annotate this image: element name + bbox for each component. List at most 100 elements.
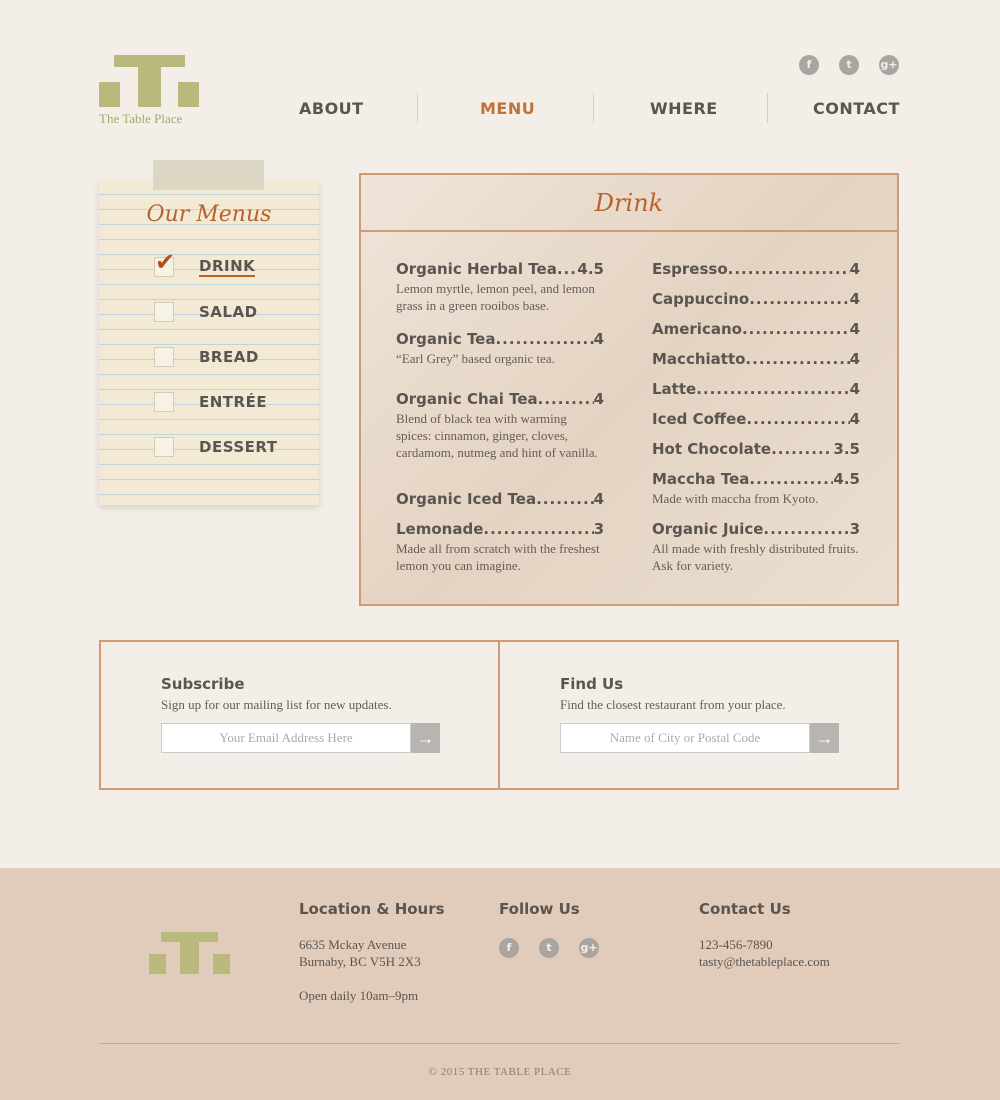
facebook-icon[interactable]: f	[799, 55, 819, 75]
phone: 123-456-7890	[699, 937, 773, 952]
email-input[interactable]	[161, 723, 411, 753]
menu-item: Maccha Tea 4.5 Made with maccha from Kyoto…	[652, 470, 860, 507]
dot-leader	[728, 260, 850, 278]
facebook-icon[interactable]: f	[499, 938, 519, 958]
find-submit-button[interactable]: →	[810, 723, 839, 753]
item-name: Cappuccino	[652, 290, 750, 308]
google-plus-icon[interactable]: g+	[879, 55, 899, 75]
dot-leader	[746, 410, 849, 428]
menu-item: Organic Juice 3 All made with freshly dist…	[652, 520, 860, 574]
checkbox[interactable]	[154, 302, 174, 322]
dot-leader	[557, 260, 578, 278]
logo[interactable]: The Table Place	[99, 55, 199, 126]
menu-title: Drink	[361, 175, 897, 232]
google-plus-icon[interactable]: g+	[579, 938, 599, 958]
sidebar-item-label: BREAD	[199, 348, 259, 366]
forms-section: Subscribe Sign up for our mailing list f…	[99, 640, 899, 790]
footer: Location & Hours 6635 Mckay Avenue Burna…	[0, 868, 1000, 1100]
menus-sidebar: Our Menus ✔ DRINK SALAD BREAD ENTRÉE DESS…	[99, 180, 319, 505]
address-line: Burnaby, BC V5H 2X3	[299, 954, 421, 969]
item-price: 4	[849, 260, 860, 278]
location-input[interactable]	[560, 723, 810, 753]
nav-about[interactable]: ABOUT	[299, 99, 364, 118]
sidebar-item-dessert[interactable]: DESSERT	[154, 437, 278, 457]
item-price: 4	[849, 350, 860, 368]
sidebar-item-label: ENTRÉE	[199, 393, 268, 411]
subscribe-title: Subscribe	[161, 675, 245, 693]
sidebar-item-entree[interactable]: ENTRÉE	[154, 392, 267, 412]
item-price: 4	[849, 320, 860, 338]
dot-leader	[483, 520, 593, 538]
copyright: © 2015 THE TABLE PLACE	[428, 1066, 572, 1078]
item-name: Latte	[652, 380, 697, 398]
sidebar-item-label: DRINK	[199, 257, 256, 277]
sidebar-item-label: SALAD	[199, 303, 258, 321]
checkmark-icon: ✔	[155, 248, 176, 276]
item-price: 4	[593, 330, 604, 348]
find-us-title: Find Us	[560, 675, 624, 693]
menu-item: Macchiatto 4	[652, 350, 860, 368]
brand-name: The Table Place	[99, 111, 183, 126]
item-description: Lemon myrtle, lemon peel, and lemon gras…	[396, 281, 595, 313]
follow-title: Follow Us	[499, 900, 580, 918]
twitter-icon[interactable]: t	[539, 938, 559, 958]
item-name: Espresso	[652, 260, 728, 278]
item-name: Iced Coffee	[652, 410, 747, 428]
hours: Open daily 10am–9pm	[299, 988, 419, 1003]
nav-menu[interactable]: MENU	[480, 99, 535, 118]
menu-item: Latte 4	[652, 380, 860, 398]
item-name: Americano	[652, 320, 742, 338]
item-price: 4	[849, 410, 860, 428]
footer-logo[interactable]	[149, 932, 230, 974]
menu-item: Lemonade 3 Made all from scratch with the …	[396, 520, 604, 574]
menu-item: Organic Iced Tea 4	[396, 490, 604, 508]
checkbox[interactable]	[154, 347, 174, 367]
item-price: 4.5	[577, 260, 604, 278]
menu-item: Iced Coffee 4	[652, 410, 860, 428]
item-name: Organic Chai Tea	[396, 390, 538, 408]
nav-where[interactable]: WHERE	[650, 99, 718, 118]
item-name: Organic Herbal Tea	[396, 260, 557, 278]
drink-menu: Drink Organic Herbal Tea 4.5 Lemon myrtle,…	[359, 173, 899, 606]
location-hours: Location & Hours 6635 Mckay Avenue Burna…	[299, 900, 445, 1004]
dot-leader	[495, 330, 593, 348]
item-description: Made with maccha from Kyoto.	[652, 491, 819, 506]
dot-leader	[749, 470, 833, 488]
checkbox[interactable]: ✔	[154, 248, 175, 277]
email-link[interactable]: tasty@thetableplace.com	[699, 953, 830, 970]
item-name: Maccha Tea	[652, 470, 750, 488]
menu-item: Hot Chocolate 3.5	[652, 440, 860, 458]
item-name: Organic Tea	[396, 330, 496, 348]
item-price: 4	[849, 380, 860, 398]
find-us-box: Find Us Find the closest restaurant from…	[498, 642, 897, 788]
checkbox[interactable]	[154, 392, 174, 412]
sidebar-item-bread[interactable]: BREAD	[154, 347, 259, 367]
item-price: 3.5	[833, 440, 860, 458]
item-price: 4	[593, 390, 604, 408]
subscribe-box: Subscribe Sign up for our mailing list f…	[101, 642, 498, 788]
sidebar-item-salad[interactable]: SALAD	[154, 302, 258, 322]
twitter-icon[interactable]: t	[839, 55, 859, 75]
item-price: 4.5	[833, 470, 860, 488]
item-description: Blend of black tea with warming spices: …	[396, 411, 598, 460]
sidebar-item-drink[interactable]: ✔ DRINK	[154, 248, 256, 277]
dot-leader	[771, 440, 833, 458]
item-name: Hot Chocolate	[652, 440, 772, 458]
item-description: Made all from scratch with the freshest …	[396, 541, 600, 573]
subscribe-submit-button[interactable]: →	[411, 723, 440, 753]
menu-item: Organic Tea 4 “Earl Grey” based organic te…	[396, 330, 604, 367]
arrow-right-icon: →	[815, 727, 834, 748]
dot-leader	[745, 350, 849, 368]
address-line: 6635 Mckay Avenue	[299, 937, 407, 952]
checkbox[interactable]	[154, 437, 174, 457]
dot-leader	[763, 520, 849, 538]
location-title: Location & Hours	[299, 900, 445, 918]
tape-decoration	[153, 160, 264, 190]
item-name: Organic Juice	[652, 520, 764, 538]
dot-leader	[742, 320, 850, 338]
nav-divider	[417, 93, 418, 123]
nav-contact[interactable]: CONTACT	[813, 99, 900, 118]
item-description: All made with freshly distributed fruits…	[652, 541, 859, 573]
arrow-right-icon: →	[416, 727, 435, 748]
item-price: 4	[849, 290, 860, 308]
